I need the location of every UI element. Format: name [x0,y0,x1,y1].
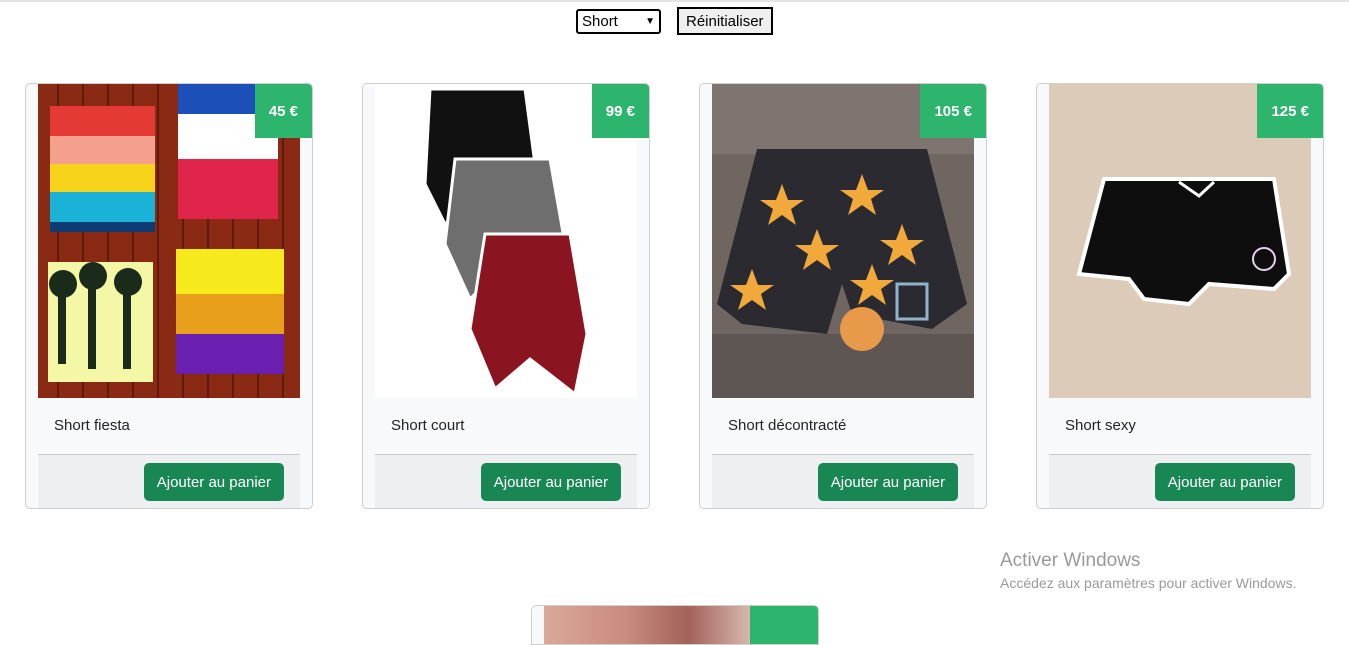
product-card: 105 € Short décontracté Ajouter au panie… [699,83,987,509]
product-name: Short fiesta [54,417,130,434]
product-card: 99 € Short court Ajouter au panier [362,83,650,509]
card-footer: Ajouter au panier [712,454,974,508]
product-name: Short sexy [1065,417,1136,434]
product-card: 125 € Short sexy Ajouter au panier [1036,83,1324,509]
product-image [544,606,750,644]
watermark-title: Activer Windows [1000,550,1141,571]
add-to-cart-button[interactable]: Ajouter au panier [480,463,621,501]
top-border [0,0,1349,2]
category-select-value: Short [582,12,618,30]
price-badge: 125 € [1257,84,1323,138]
chevron-down-icon: ▼ [645,15,655,27]
price-badge: 45 € [254,84,312,138]
product-name: Short court [391,417,465,434]
filter-bar: Short ▼ Réinitialiser [576,7,773,35]
add-to-cart-button[interactable]: Ajouter au panier [817,463,958,501]
price-badge [750,606,818,644]
price-badge: 99 € [591,84,649,138]
add-to-cart-button[interactable]: Ajouter au panier [1154,463,1295,501]
add-to-cart-button[interactable]: Ajouter au panier [143,463,284,501]
card-footer: Ajouter au panier [38,454,300,508]
card-footer: Ajouter au panier [375,454,637,508]
price-badge: 105 € [920,84,986,138]
windows-activation-watermark: Activer Windows Accédez aux paramètres p… [1000,550,1296,591]
category-select[interactable]: Short ▼ [576,8,661,34]
product-name: Short décontracté [728,417,847,434]
card-footer: Ajouter au panier [1049,454,1311,508]
watermark-subtitle: Accédez aux paramètres pour activer Wind… [1000,575,1297,591]
product-card: 45 € Short fiesta Ajouter au panier [25,83,313,509]
product-card-partial [531,605,819,645]
reset-button[interactable]: Réinitialiser [677,7,773,35]
